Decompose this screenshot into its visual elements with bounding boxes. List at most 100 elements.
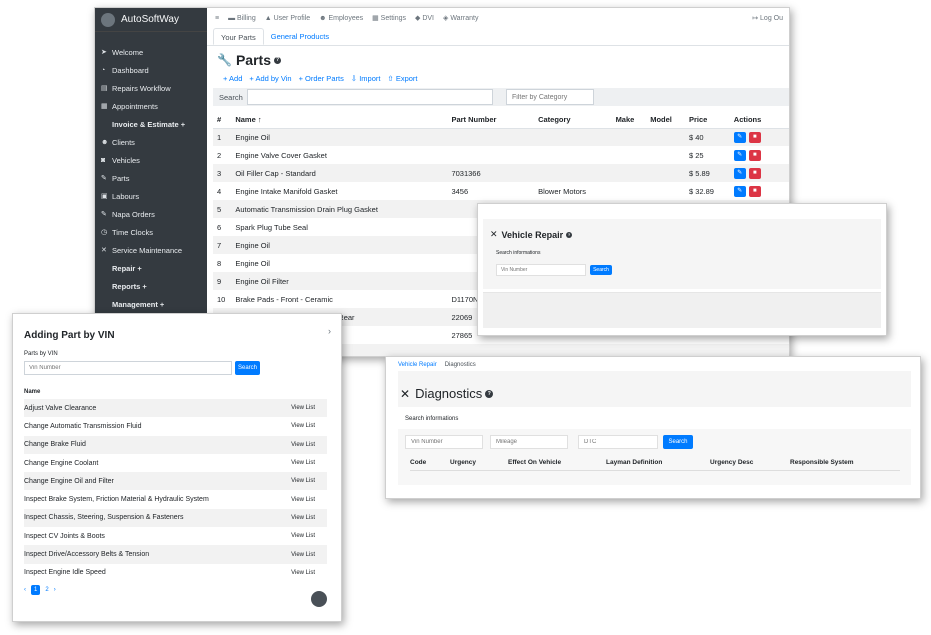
workflow-icon: ▤	[101, 85, 108, 92]
add-by-vin-button[interactable]: + Add by Vin	[249, 74, 291, 83]
logout-link[interactable]: ↦ Log Ou	[752, 14, 783, 22]
row-number: 8	[217, 258, 222, 268]
sidebar-item[interactable]: ➤ Welcome	[95, 44, 207, 62]
add-button[interactable]: + Add	[223, 74, 242, 83]
part-name: Oil Filler Cap - Standard	[235, 168, 316, 178]
table-row: 2 Engine Valve Cover Gasket $ 25 ✎ ■	[213, 146, 789, 164]
part-name: Engine Oil	[235, 132, 270, 142]
tab-your-parts[interactable]: Your Parts	[213, 28, 264, 45]
add-part-by-vin-modal: Adding Part by VIN › Parts by VIN Search…	[12, 313, 342, 622]
service-name: Change Engine Oil and Filter	[24, 477, 114, 485]
view-list-button[interactable]: View List	[278, 417, 327, 435]
vin-number-input[interactable]	[24, 361, 232, 375]
column-header: Actions	[729, 112, 789, 129]
top-nav-item[interactable]: ◆ DVI	[415, 15, 434, 22]
sidebar-item[interactable]: ✎ Napa Orders	[95, 206, 207, 224]
parts-table-header: # Name ↑ Part Number Category Make Model Price…	[213, 112, 789, 129]
part-make	[612, 128, 647, 146]
top-nav-item[interactable]: ▦ Settings	[372, 15, 406, 22]
edit-icon[interactable]: ✎	[733, 149, 746, 161]
sidebar-item[interactable]: ▤ Repairs Workflow	[95, 80, 207, 98]
sidebar-item[interactable]: Repair +	[95, 260, 207, 278]
delete-icon[interactable]: ■	[748, 185, 761, 197]
table-row: 1 Engine Oil $ 40 ✎ ■	[213, 128, 789, 146]
view-list-button[interactable]: View List	[278, 399, 327, 417]
sidebar-item[interactable]: ◙ Vehicles	[95, 152, 207, 170]
row-number: 10	[217, 294, 226, 304]
part-model	[646, 164, 685, 182]
dtc-input[interactable]	[578, 435, 658, 449]
view-list-button[interactable]: View List	[278, 545, 327, 563]
column-header: Part Number	[447, 112, 535, 129]
top-nav-item[interactable]: ☻ Employees	[319, 15, 363, 22]
help-icon[interactable]: ?	[485, 389, 494, 398]
list-item: Change Engine Oil and Filter View List	[24, 472, 327, 491]
vin-number-input[interactable]	[496, 264, 586, 276]
vin-search-button[interactable]: Search	[235, 361, 260, 375]
search-input[interactable]	[247, 89, 493, 105]
sidebar-item[interactable]: ◷ Time Clocks	[95, 224, 207, 242]
close-icon[interactable]: ›	[328, 326, 331, 336]
sidebar-item-label: Labours	[112, 192, 140, 201]
export-button[interactable]: ⇧ Export	[387, 74, 417, 83]
view-list-button[interactable]: View List	[278, 436, 327, 454]
tab-diagnostics[interactable]: Diagnostics	[445, 362, 476, 368]
top-nav-item[interactable]: ≡	[215, 15, 219, 22]
pager-page-2[interactable]: 2	[45, 587, 48, 593]
sidebar-item[interactable]: Reports +	[95, 278, 207, 296]
list-item: Change Automatic Transmission Fluid View …	[24, 417, 327, 435]
pager-page-1[interactable]: 1	[31, 585, 41, 595]
delete-icon[interactable]: ■	[748, 131, 761, 143]
tab-general-products[interactable]: General Products	[264, 28, 336, 45]
part-make	[612, 164, 647, 182]
edit-icon[interactable]: ✎	[733, 167, 746, 179]
pager-prev[interactable]: ‹	[24, 587, 26, 593]
edit-icon[interactable]: ✎	[733, 185, 746, 197]
sidebar-item[interactable]: Invoice & Estimate +	[95, 116, 207, 134]
top-nav-item[interactable]: ▲ User Profile	[265, 15, 310, 22]
pager-next[interactable]: ›	[54, 587, 56, 593]
category-filter-input[interactable]	[506, 89, 594, 105]
view-list-button[interactable]: View List	[278, 564, 327, 582]
view-list-button[interactable]: View List	[278, 472, 327, 490]
sidebar-item[interactable]: Management +	[95, 296, 207, 314]
column-header[interactable]: Name ↑	[231, 112, 448, 129]
help-icon[interactable]: ?	[566, 231, 573, 238]
view-list-button[interactable]: View List	[278, 454, 327, 472]
sidebar-item[interactable]: ▦ Appointments	[95, 98, 207, 116]
order-parts-button[interactable]: + Order Parts	[299, 74, 344, 83]
part-price: $ 25	[688, 150, 704, 160]
service-name: Inspect Brake System, Friction Material …	[24, 496, 209, 504]
part-number	[447, 128, 534, 146]
sidebar-item[interactable]: ✕ Service Maintenance	[95, 242, 207, 260]
sidebar-item[interactable]: ▣ Labours	[95, 188, 207, 206]
chat-icon[interactable]	[311, 591, 327, 607]
top-nav-item[interactable]: ▬ Billing	[228, 15, 256, 22]
import-button[interactable]: ⇩ Import	[351, 74, 381, 83]
edit-icon[interactable]: ✎	[733, 131, 746, 143]
vin-parts-table: Name Adjust Valve Clearance View List Chan…	[24, 385, 327, 582]
tab-vehicle-repair[interactable]: Vehicle Repair	[398, 362, 437, 368]
view-list-button[interactable]: View List	[278, 490, 327, 508]
mileage-input[interactable]	[490, 435, 568, 449]
top-nav-item[interactable]: ◈ Warranty	[443, 15, 478, 22]
view-list-button[interactable]: View List	[278, 509, 327, 527]
view-list-button[interactable]: View List	[278, 527, 327, 545]
part-category	[534, 164, 611, 182]
delete-icon[interactable]: ■	[748, 149, 761, 161]
part-name: Automatic Transmission Drain Plug Gasket	[235, 204, 378, 214]
sidebar-item-label: Appointments	[112, 102, 158, 111]
part-name: Engine Oil Filter	[235, 276, 289, 286]
delete-icon[interactable]: ■	[748, 167, 761, 179]
brand[interactable]: AutoSoftWay	[95, 8, 207, 32]
vehicle-repair-search-button[interactable]: Search	[590, 265, 612, 275]
page-title-text: Parts	[235, 52, 271, 68]
diagnostics-search-button[interactable]: Search	[663, 435, 693, 449]
help-icon[interactable]: ?	[273, 56, 281, 64]
sidebar-item[interactable]: ☻ Clients	[95, 134, 207, 152]
sidebar-item[interactable]: ✎ Parts	[95, 170, 207, 188]
vin-number-input[interactable]	[405, 435, 483, 449]
search-bar: Search	[213, 88, 789, 106]
sidebar-item[interactable]: ◔ Dashboard	[95, 62, 207, 80]
list-item: Inspect Chassis, Steering, Suspension & …	[24, 508, 327, 528]
